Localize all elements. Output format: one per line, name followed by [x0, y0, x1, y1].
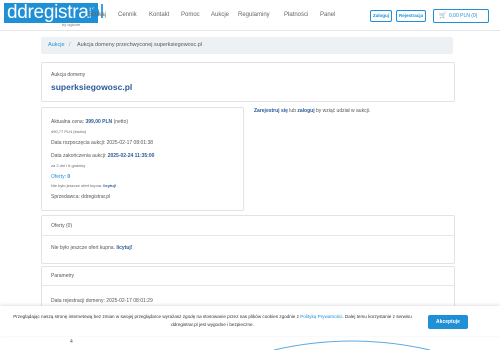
price-line: Aktualna cena: 399,00 PLN (netto) — [51, 119, 128, 125]
parameters-card-divider — [42, 285, 454, 286]
price-value: 399,00 PLN — [85, 119, 113, 125]
auction-details-card: Aktualna cena: 399,00 PLN (netto) 490,77… — [41, 107, 244, 211]
time-remaining: za 2 dni i 6 godziny — [51, 163, 86, 168]
footer-fragment: 4 — [70, 339, 73, 345]
nav-item-pomoc[interactable]: Pomoc — [181, 12, 200, 18]
offers-card-text-line: Nie było jeszcze ofert kupna. licytuj! — [51, 245, 132, 251]
offers-card-bid-link[interactable]: licytuj! — [116, 245, 132, 251]
registration-date: Data rejestracji domeny: 2025-02-17 08:0… — [51, 298, 153, 304]
login-button[interactable]: Zaloguj — [370, 10, 392, 22]
privacy-policy-link[interactable]: Polityką Prywatności — [300, 314, 342, 319]
domain-name: superksiegowosc.pl — [51, 82, 133, 92]
join-or: lub — [289, 108, 296, 114]
cookie-text-before: Przeglądając naszą stronę internetową be… — [13, 314, 299, 319]
price-net: (netto) — [113, 119, 129, 125]
nav-item-platnosci[interactable]: Płatności — [284, 12, 308, 18]
join-auction-box: Zarejestruj się lub zaloguj by wziąć udz… — [248, 104, 453, 120]
logo-tagline: by ogicom — [62, 22, 81, 27]
cart-button[interactable]: 🛒 0,00 PLN (0) — [433, 9, 489, 23]
join-rest: by wziąć udział w aukcji. — [316, 108, 371, 114]
price-gross: 490,77 PLN (brutto) — [51, 129, 87, 134]
cookie-banner: Przeglądając naszą stronę internetową be… — [0, 306, 500, 336]
no-offers-line: Nie było jeszcze ofert kupna. licytuj! — [51, 183, 116, 188]
cart-label: 0,00 PLN (0) — [449, 13, 478, 19]
join-auction-text: Zarejestruj się lub zaloguj by wziąć udz… — [254, 108, 370, 114]
end-label: Data zakończenia aukcji: — [51, 153, 107, 159]
accept-cookies-button[interactable]: Akceptuje — [428, 315, 468, 329]
no-offers-text: Nie było jeszcze ofert kupna. — [51, 183, 103, 188]
breadcrumb: Aukcje / Aukcja domeny przechwyconej sup… — [41, 37, 453, 54]
domain-card: Aukcja domeny superksiegowosc.pl — [41, 62, 455, 102]
register-button[interactable]: Rejestracja — [396, 10, 427, 22]
breadcrumb-current: Aukcja domeny przechwyconej superksiegow… — [77, 42, 203, 48]
bid-link[interactable]: licytuj! — [103, 183, 116, 188]
nav-item-cennik[interactable]: Cennik — [118, 12, 137, 18]
cart-icon: 🛒 — [439, 13, 447, 19]
offers-card-text: Nie było jeszcze ofert kupna. — [51, 245, 115, 251]
cookie-text: Przeglądając naszą stronę internetową be… — [10, 313, 415, 329]
offers-card: Oferty (0) Nie było jeszcze ofert kupna.… — [41, 215, 455, 264]
decorative-arc — [273, 340, 431, 350]
nav-item-szukaj[interactable]: Szukaj — [88, 12, 106, 18]
nav-item-aukcje[interactable]: Aukcje — [211, 12, 229, 18]
login-link[interactable]: zaloguj — [297, 108, 314, 114]
start-label: Data rozpoczęcia aukcji: — [51, 140, 106, 146]
parameters-card-title: Parametry — [51, 273, 75, 279]
start-line: Data rozpoczęcia aukcji: 2025-02-17 08:0… — [51, 140, 153, 146]
breadcrumb-link-aukcje[interactable]: Aukcje — [48, 37, 65, 54]
offers-card-divider — [42, 235, 454, 236]
register-link[interactable]: Zarejestruj się — [254, 108, 288, 114]
end-line: Data zakończenia aukcji: 2025-02-24 11:3… — [51, 153, 154, 159]
price-label: Aktualna cena: — [51, 119, 85, 125]
domain-card-label: Aukcja domeny — [51, 72, 86, 78]
breadcrumb-separator: / — [69, 42, 71, 48]
seller-value: ddregistrar.pl — [81, 194, 111, 200]
offers-count: 0 — [67, 174, 71, 180]
end-value: 2025-02-24 11:35:00 — [107, 153, 155, 159]
start-value: 2025-02-17 08:01:38 — [106, 140, 154, 146]
seller-label: Sprzedawca: — [51, 194, 80, 200]
offers-label[interactable]: Oferty: — [51, 174, 66, 180]
top-navigation-bar: ddregistrar .pl by ogicom Szukaj Cennik … — [0, 0, 500, 31]
nav-item-regulaminy[interactable]: Regulaminy — [238, 12, 270, 18]
offers-card-title: Oferty (0) — [51, 223, 73, 229]
seller-line: Sprzedawca: ddregistrar.pl — [51, 194, 110, 200]
nav-item-kontakt[interactable]: Kontakt — [149, 12, 169, 18]
offers-line: Oferty: 0 — [51, 174, 70, 180]
nav-item-panel[interactable]: Panel — [320, 12, 335, 18]
